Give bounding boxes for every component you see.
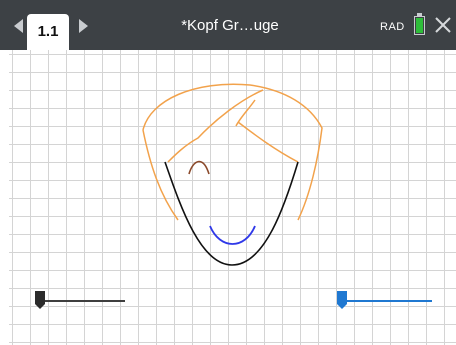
face-drawing (35, 83, 432, 309)
hair-left-side (142, 129, 179, 221)
hair-bangs-right (235, 99, 299, 163)
slider-left[interactable] (35, 291, 125, 309)
slider-right[interactable] (337, 291, 432, 309)
slider-right-thumb[interactable] (337, 291, 347, 309)
hair-bangs-left (167, 89, 264, 163)
eyebrow (188, 160, 210, 175)
slider-left-thumb[interactable] (35, 291, 45, 309)
mouth (209, 225, 256, 245)
hair-outline (142, 83, 323, 221)
ti-nspire-screen: 1.1 *Kopf Gr…uge RAD (0, 0, 456, 345)
face-outline (164, 161, 299, 266)
